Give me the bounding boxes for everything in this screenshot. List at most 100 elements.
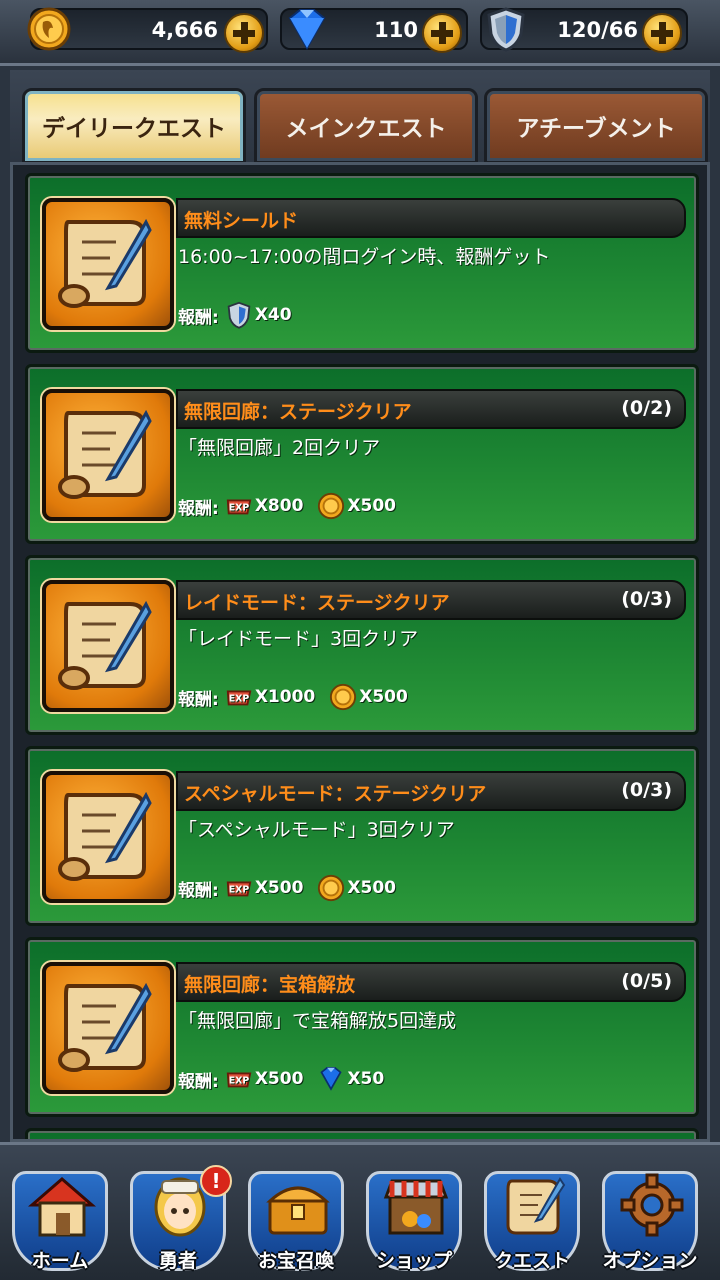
gem-icon xyxy=(288,9,326,51)
coin-icon xyxy=(27,7,71,51)
quest-title-bar: 無限回廊：宝箱解放 (0/5) xyxy=(176,962,686,1002)
reward-amount: X500 xyxy=(254,878,304,898)
nav-label: 勇者 xyxy=(158,1250,197,1272)
scroll-icon xyxy=(42,198,174,330)
quest-description: 「無限回廊」2回クリア xyxy=(178,437,381,459)
shield-icon xyxy=(487,7,525,52)
quest-title: 無限回廊：ステージクリア xyxy=(184,401,412,423)
reward-item: X500 xyxy=(317,492,396,520)
quest-description: 「スペシャルモード」3回クリア xyxy=(178,819,455,841)
nav-label: ショップ xyxy=(375,1250,452,1272)
coin-counter: 4,666 xyxy=(27,7,268,53)
exp-icon: EXP xyxy=(226,499,252,515)
quest-progress: (0/5) xyxy=(621,970,672,992)
reward-row: 報酬: EXP X800 X500 xyxy=(178,491,404,521)
reward-row: 報酬: EXP X1000 X500 xyxy=(178,682,416,712)
treasure-chest-icon xyxy=(266,1186,330,1235)
reward-row: 報酬: EXP X500 X500 xyxy=(178,873,404,903)
quest-title: スペシャルモード：ステージクリア xyxy=(184,783,487,805)
quest-card[interactable]: 無料シールド 16:00~17:00の間ログイン時、報酬ゲット 報酬: X40 xyxy=(25,173,699,353)
tab-label: メインクエスト xyxy=(285,116,447,142)
scroll-icon xyxy=(42,962,174,1094)
reward-label: 報酬: xyxy=(178,880,219,901)
reward-label: 報酬: xyxy=(178,498,219,519)
shield-counter: 120/66 xyxy=(480,7,688,53)
nav-hero-button[interactable]: ! 勇者 xyxy=(122,1163,234,1280)
scroll-icon xyxy=(42,580,174,712)
gem-counter: 110 xyxy=(280,8,468,53)
quest-card[interactable]: 無限回廊：ステージクリア (0/2) 「無限回廊」2回クリア 報酬: EXP X… xyxy=(25,364,699,544)
reward-item: EXP X1000 xyxy=(225,683,315,711)
quest-card[interactable]: スペシャルモード：ステージクリア (0/3) 「スペシャルモード」3回クリア 報… xyxy=(25,746,699,926)
scroll-icon xyxy=(42,771,174,903)
nav-label: オプション xyxy=(602,1250,698,1272)
nav-label: お宝召喚 xyxy=(257,1250,334,1272)
resource-bar: 4,666 110 120/66 xyxy=(0,0,720,66)
tab-label: アチーブメント xyxy=(516,116,676,142)
quest-card[interactable]: 無限回廊：宝箱解放 (0/5) 「無限回廊」で宝箱解放5回達成 報酬: EXP … xyxy=(25,937,699,1117)
svg-text:EXP: EXP xyxy=(229,694,250,705)
shield-icon xyxy=(227,301,251,329)
coin-amount: 4,666 xyxy=(151,18,218,42)
gear-icon xyxy=(620,1173,684,1237)
reward-amount: X500 xyxy=(359,687,408,707)
reward-item: EXP X500 xyxy=(225,1065,304,1093)
nav-shop-button[interactable]: ショップ xyxy=(358,1163,470,1280)
tab-main-quest[interactable]: メインクエスト xyxy=(254,88,478,164)
scroll-icon xyxy=(506,1177,566,1235)
reward-amount: X500 xyxy=(254,1069,304,1089)
reward-label: 報酬: xyxy=(178,307,219,328)
reward-amount: X40 xyxy=(254,305,292,325)
home-icon xyxy=(27,1177,97,1237)
quest-progress: (0/3) xyxy=(621,588,672,610)
coin-icon xyxy=(318,874,345,902)
bottom-nav: ホーム ! 勇者 お宝召喚 ショップ クエスト オプション xyxy=(0,1142,720,1280)
reward-label: 報酬: xyxy=(178,1071,219,1092)
add-shields-button[interactable] xyxy=(642,13,682,53)
nav-options-button[interactable]: オプション xyxy=(594,1163,706,1280)
reward-amount: X1000 xyxy=(254,687,316,707)
reward-item: EXP X500 xyxy=(225,874,304,902)
quest-description: 16:00~17:00の間ログイン時、報酬ゲット xyxy=(178,246,551,268)
quest-progress: (0/3) xyxy=(621,779,672,801)
nav-label: クエスト xyxy=(493,1250,570,1272)
nav-treasure-summon-button[interactable]: お宝召喚 xyxy=(240,1163,352,1280)
alert-badge: ! xyxy=(200,1165,232,1197)
exp-icon: EXP xyxy=(226,881,252,897)
reward-item: EXP X800 xyxy=(225,492,304,520)
quest-description: 「レイドモード」3回クリア xyxy=(178,628,419,650)
reward-row: 報酬: EXP X500 X50 xyxy=(178,1064,392,1094)
reward-amount: X50 xyxy=(347,1069,385,1089)
svg-text:EXP: EXP xyxy=(229,503,250,514)
tab-label: デイリークエスト xyxy=(42,116,226,142)
shop-icon xyxy=(383,1179,449,1235)
quest-description: 「無限回廊」で宝箱解放5回達成 xyxy=(178,1010,457,1032)
quest-title-bar: 無料シールド xyxy=(176,198,686,238)
reward-amount: X800 xyxy=(254,496,304,516)
nav-home-button[interactable]: ホーム xyxy=(4,1163,116,1280)
coin-icon xyxy=(318,492,345,520)
quest-title: レイドモード：ステージクリア xyxy=(184,592,450,614)
nav-quest-button[interactable]: クエスト xyxy=(476,1163,588,1280)
quest-tabs: デイリークエスト メインクエスト アチーブメント xyxy=(10,70,710,166)
svg-text:EXP: EXP xyxy=(229,885,250,896)
svg-text:EXP: EXP xyxy=(229,1076,250,1087)
gem-icon xyxy=(320,1066,343,1091)
reward-item: X50 xyxy=(317,1065,384,1093)
tab-achievement[interactable]: アチーブメント xyxy=(484,88,708,164)
add-coins-button[interactable] xyxy=(224,13,264,53)
tab-daily-quest[interactable]: デイリークエスト xyxy=(22,88,246,164)
add-gems-button[interactable] xyxy=(422,13,462,53)
reward-label: 報酬: xyxy=(178,689,219,710)
quest-card[interactable]: レイドモード：ステージクリア (0/3) 「レイドモード」3回クリア 報酬: E… xyxy=(25,555,699,735)
reward-item: X500 xyxy=(329,683,408,711)
quest-title-bar: 無限回廊：ステージクリア (0/2) xyxy=(176,389,686,429)
reward-item: X40 xyxy=(225,301,292,329)
quest-card[interactable] xyxy=(25,1128,699,1139)
nav-label: ホーム xyxy=(31,1250,89,1272)
gem-amount: 110 xyxy=(374,18,418,42)
exp-icon: EXP xyxy=(226,1072,252,1088)
reward-item: X500 xyxy=(317,874,396,902)
shield-amount: 120/66 xyxy=(557,18,638,42)
quest-list[interactable]: 無料シールド 16:00~17:00の間ログイン時、報酬ゲット 報酬: X40 xyxy=(10,162,710,1142)
